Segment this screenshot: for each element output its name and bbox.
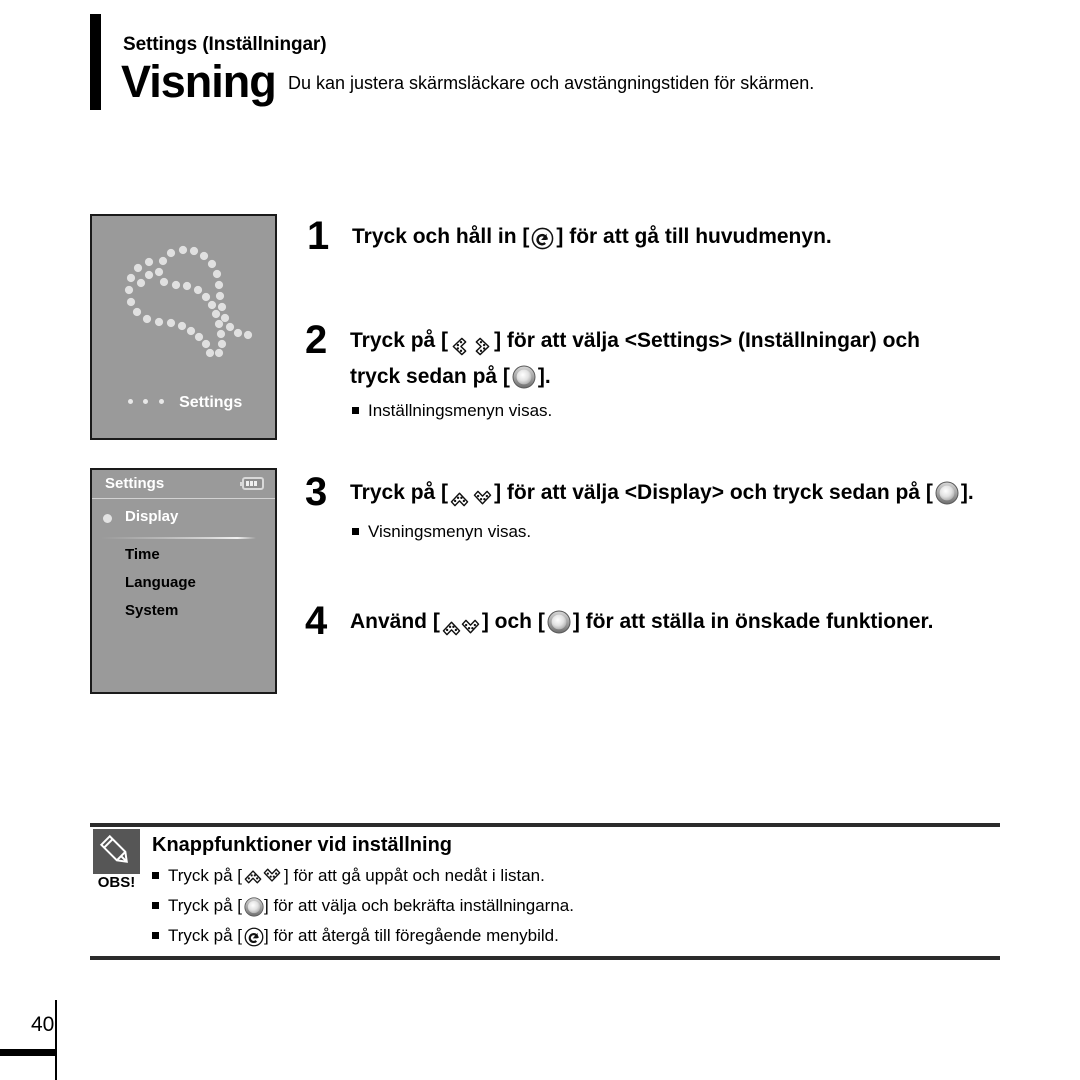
note-line-3-after: ] för att återgå till föregående menybil… [264, 926, 559, 945]
select-icon [244, 896, 264, 917]
note-line-3: Tryck på [ ] för att återgå till föregåe… [152, 926, 559, 947]
square-bullet-icon [152, 932, 159, 939]
note-icon-label: OBS! [97, 874, 136, 891]
note-line-3-before: Tryck på [ [168, 926, 242, 945]
footer-vertical-rule [55, 1000, 57, 1080]
note-title: Knappfunktioner vid inställning [152, 834, 452, 856]
return-icon [244, 927, 264, 947]
square-bullet-icon [152, 872, 159, 879]
chevron-down-icon [263, 867, 282, 886]
page-number: 40 [31, 1013, 55, 1036]
note-line-2: Tryck på [ ] för att välja och bekräfta … [152, 896, 574, 917]
square-bullet-icon [152, 902, 159, 909]
note-line-2-before: Tryck på [ [168, 896, 242, 915]
note-line-2-after: ] för att välja och bekräfta inställning… [264, 896, 574, 915]
footer-accent-bar [0, 1049, 57, 1056]
note-line-1-after: ] för att gå uppåt och nedåt i listan. [284, 866, 545, 885]
note-box: OBS! Knappfunktioner vid inställning Try… [0, 0, 1080, 1080]
note-rule-top [90, 823, 1000, 827]
note-rule-bottom [90, 956, 1000, 960]
note-line-1: Tryck på [ ] för att gå uppåt och nedåt … [152, 866, 545, 886]
note-line-1-before: Tryck på [ [168, 866, 242, 885]
chevron-up-icon [244, 867, 263, 886]
pencil-icon [93, 829, 140, 874]
